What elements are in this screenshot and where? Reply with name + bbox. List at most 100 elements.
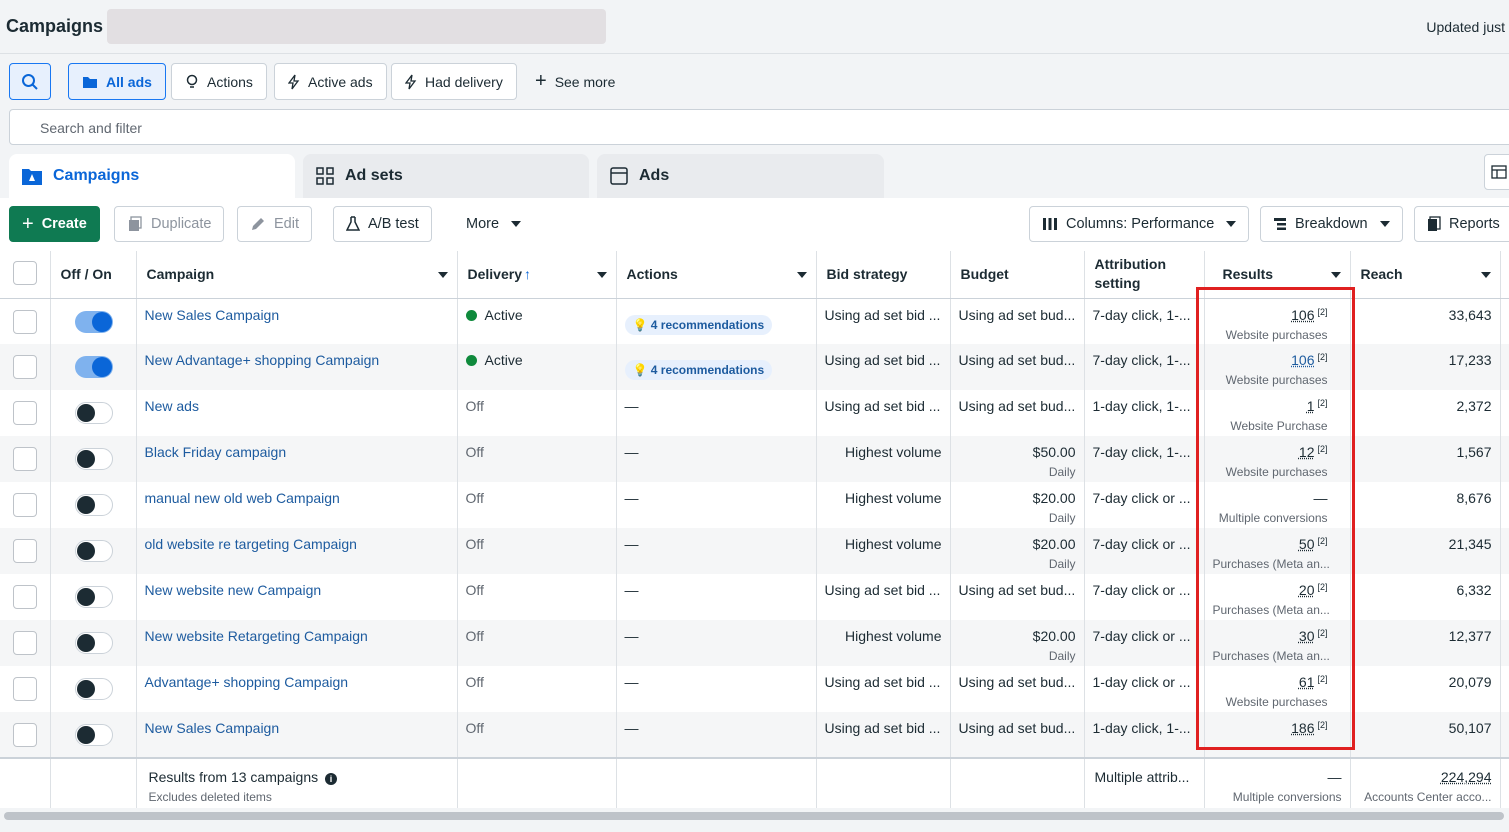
- active-ads-filter[interactable]: Active ads: [274, 63, 387, 100]
- bid-strategy-value: Using ad set bid ...: [824, 582, 941, 598]
- info-icon[interactable]: i: [325, 773, 338, 785]
- search-button[interactable]: [9, 63, 51, 100]
- campaign-toggle[interactable]: [74, 540, 113, 562]
- attribution-value: 1-day click, 1-...: [1092, 398, 1191, 414]
- actions-filter[interactable]: Actions: [171, 63, 267, 100]
- row-checkbox[interactable]: [13, 585, 37, 609]
- table-row[interactable]: New Advantage+ shopping Campaign Active …: [0, 344, 1509, 390]
- col-budget[interactable]: Budget: [950, 251, 1085, 299]
- recommendations-badge[interactable]: 💡 4 recommendations: [624, 360, 773, 380]
- recommendations-badge[interactable]: 💡 4 recommendations: [624, 314, 773, 335]
- row-checkbox[interactable]: [13, 677, 37, 701]
- campaign-name-link[interactable]: New Advantage+ shopping Campaign: [145, 352, 380, 368]
- table-row[interactable]: New Sales Campaign Active 💡 4 recommenda…: [0, 298, 1509, 344]
- had-delivery-filter[interactable]: Had delivery: [391, 63, 517, 100]
- result-number[interactable]: 20: [1299, 582, 1315, 598]
- campaign-name-link[interactable]: manual new old web Campaign: [145, 490, 340, 506]
- reach-value: 17,233: [1448, 352, 1492, 368]
- campaign-toggle[interactable]: [74, 724, 113, 746]
- reach-cell: 17,233: [1350, 344, 1501, 390]
- account-selector[interactable]: [107, 9, 606, 44]
- result-number[interactable]: 12: [1299, 444, 1315, 460]
- see-more-button[interactable]: + See more: [522, 63, 628, 100]
- campaign-toggle[interactable]: [74, 586, 113, 608]
- table-row[interactable]: New ads Off — Using ad set bid ... Using…: [0, 390, 1509, 436]
- search-and-filter-input[interactable]: Search and filter: [9, 109, 1509, 145]
- scrollbar-thumb[interactable]: [4, 812, 1504, 820]
- row-checkbox[interactable]: [13, 447, 37, 471]
- result-number[interactable]: 106: [1291, 307, 1314, 323]
- row-checkbox[interactable]: [13, 539, 37, 563]
- campaign-toggle[interactable]: [74, 356, 113, 378]
- table-row[interactable]: Advantage+ shopping Campaign Off — Using…: [0, 666, 1509, 712]
- tab-ads[interactable]: Ads: [597, 154, 884, 198]
- sort-ascending-icon: ↑: [523, 266, 531, 283]
- tab-ad-sets[interactable]: Ad sets: [303, 154, 589, 198]
- row-checkbox[interactable]: [13, 401, 37, 425]
- summary-cell: [457, 757, 617, 808]
- horizontal-scrollbar[interactable]: [0, 808, 1509, 832]
- actions-value: —: [624, 720, 639, 736]
- summary-results-value: — Multiple conversions: [1204, 757, 1351, 808]
- edit-button[interactable]: Edit: [237, 206, 312, 242]
- duplicate-button[interactable]: Duplicate: [114, 206, 225, 242]
- breakdown-button[interactable]: Breakdown: [1260, 206, 1403, 242]
- campaign-toggle[interactable]: [74, 310, 113, 333]
- more-button[interactable]: More: [454, 206, 534, 242]
- col-reach[interactable]: Reach: [1350, 251, 1501, 299]
- tab-campaigns[interactable]: Campaigns: [9, 154, 295, 198]
- table-row[interactable]: New website Retargeting Campaign Off — H…: [0, 620, 1509, 666]
- campaign-toggle[interactable]: [74, 448, 113, 470]
- filter-bar: All ads Actions Active ads Had delivery …: [0, 54, 1509, 152]
- all-ads-filter[interactable]: All ads: [68, 63, 166, 100]
- reports-button[interactable]: Reports: [1414, 206, 1509, 242]
- col-results[interactable]: Results: [1204, 251, 1351, 299]
- toggle-cell: [50, 620, 137, 666]
- table-row[interactable]: old website re targeting Campaign Off — …: [0, 528, 1509, 574]
- campaign-toggle[interactable]: [74, 402, 113, 424]
- col-attribution[interactable]: Attribution setting: [1084, 251, 1205, 299]
- campaign-name-link[interactable]: New website Retargeting Campaign: [145, 628, 368, 644]
- campaign-name-link[interactable]: Black Friday campaign: [145, 444, 287, 460]
- ab-test-button[interactable]: A/B test: [333, 206, 432, 242]
- table-row[interactable]: New website new Campaign Off — Using ad …: [0, 574, 1509, 620]
- col-off-on[interactable]: Off / On: [50, 251, 137, 299]
- col-results-label: Results: [1222, 266, 1274, 283]
- col-campaign[interactable]: Campaign: [136, 251, 458, 299]
- table-row[interactable]: New Sales Campaign Off — Using ad set bi…: [0, 712, 1509, 758]
- columns-button[interactable]: Columns: Performance: [1029, 206, 1250, 242]
- row-checkbox[interactable]: [13, 723, 37, 747]
- result-number[interactable]: 1: [1307, 398, 1315, 414]
- col-delivery[interactable]: Delivery ↑: [457, 251, 617, 299]
- select-all-checkbox[interactable]: [13, 260, 37, 285]
- campaign-name-link[interactable]: New Sales Campaign: [145, 720, 280, 736]
- result-number[interactable]: 61: [1299, 674, 1315, 690]
- col-bid-strategy[interactable]: Bid strategy: [816, 251, 951, 299]
- actions-value: —: [624, 628, 639, 644]
- campaign-name-link[interactable]: New Sales Campaign: [145, 307, 280, 323]
- result-type: Website purchases: [1225, 373, 1328, 387]
- col-actions[interactable]: Actions: [616, 251, 817, 299]
- row-checkbox[interactable]: [13, 309, 37, 334]
- table-view-button[interactable]: [1484, 154, 1509, 190]
- row-checkbox[interactable]: [13, 631, 37, 655]
- delivery-value: Off: [465, 582, 484, 598]
- row-checkbox[interactable]: [13, 355, 37, 379]
- attribution-cell: 7-day click, 1-...: [1084, 344, 1205, 390]
- campaign-name-link[interactable]: Advantage+ shopping Campaign: [145, 674, 349, 690]
- campaign-toggle[interactable]: [74, 678, 113, 700]
- campaign-name-link[interactable]: New ads: [145, 398, 199, 414]
- table-row[interactable]: manual new old web Campaign Off — Highes…: [0, 482, 1509, 528]
- campaign-name-link[interactable]: old website re targeting Campaign: [145, 536, 357, 552]
- result-number[interactable]: 106: [1291, 352, 1314, 368]
- table-row[interactable]: Black Friday campaign Off — Highest volu…: [0, 436, 1509, 482]
- campaign-toggle[interactable]: [74, 632, 113, 654]
- campaign-toggle[interactable]: [74, 494, 113, 516]
- campaign-name-link[interactable]: New website new Campaign: [145, 582, 322, 598]
- create-button[interactable]: + Create: [9, 206, 100, 242]
- bid-strategy-value: Highest volume: [845, 628, 942, 644]
- result-number[interactable]: 50: [1299, 536, 1315, 552]
- row-checkbox[interactable]: [13, 493, 37, 517]
- result-number[interactable]: 186: [1291, 720, 1314, 736]
- result-number[interactable]: 30: [1299, 628, 1315, 644]
